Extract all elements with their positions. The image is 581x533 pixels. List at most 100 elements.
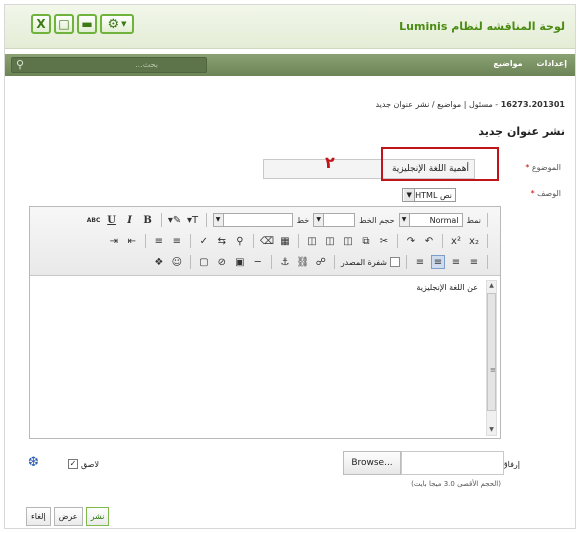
page-title: نشر عنوان جديد bbox=[478, 125, 565, 138]
toolbar-separator bbox=[487, 255, 488, 269]
align-center-icon[interactable]: ≡ bbox=[449, 255, 463, 269]
image-icon[interactable]: ▣ bbox=[233, 255, 247, 269]
smiley-icon[interactable]: ☺ bbox=[170, 255, 184, 269]
toolbar-row-3: ❖ ☺ ▢ ⊘ ▣ ─ ⚓ ⛓ ☍ شفرة المصدر ≡ ≡ ≡ ≡ bbox=[30, 252, 500, 272]
toolbar-separator bbox=[333, 255, 335, 269]
toolbar-separator bbox=[252, 234, 254, 248]
spell-check-icon[interactable]: ✓ bbox=[197, 234, 211, 248]
toolbar-separator bbox=[160, 213, 162, 227]
style-combo[interactable]: ▼ Normal bbox=[398, 213, 463, 227]
unlink-icon[interactable]: ⛓ bbox=[296, 255, 310, 269]
nav-link-topics[interactable]: مواضيع bbox=[493, 59, 522, 68]
flash-icon[interactable]: ⊘ bbox=[215, 255, 229, 269]
subject-label: الموضوع * bbox=[525, 163, 561, 172]
toolbar-separator bbox=[397, 234, 398, 248]
align-justify-icon[interactable]: ≡ bbox=[413, 255, 427, 269]
source-button[interactable]: شفرة المصدر bbox=[341, 257, 400, 267]
settings-button[interactable]: ⚙ ▼ bbox=[100, 14, 134, 34]
font-size-combo[interactable]: ▼ bbox=[313, 213, 356, 227]
special-char-icon[interactable]: ❖ bbox=[152, 255, 166, 269]
toolbar-separator bbox=[270, 255, 272, 269]
close-button[interactable]: X bbox=[31, 14, 51, 34]
file-path-input[interactable] bbox=[401, 451, 504, 475]
window-controls: X □ ▬ ⚙ ▼ bbox=[31, 14, 134, 34]
sticky-option: لاصق ✓ bbox=[68, 459, 99, 469]
preview-button[interactable]: عرض bbox=[53, 507, 83, 526]
cut-icon[interactable]: ✂ bbox=[377, 234, 391, 248]
maximize-button[interactable]: □ bbox=[54, 14, 74, 34]
horizontal-rule-icon[interactable]: ─ bbox=[251, 255, 265, 269]
chevron-down-icon: ▼ bbox=[314, 214, 325, 226]
description-label: الوصف * bbox=[531, 189, 561, 198]
numbered-list-icon[interactable]: ≡ bbox=[170, 234, 184, 248]
discussion-window: X □ ▬ ⚙ ▼ لوحة المناقشه لنظام Luminis ⚲ ب… bbox=[4, 4, 576, 529]
content-type-select[interactable]: نص HTML ▼ bbox=[402, 188, 456, 202]
redo-icon[interactable]: ↷ bbox=[404, 234, 418, 248]
breadcrumb: 16273.201301 - مسئول | مواضيع / نشر عنوا… bbox=[375, 100, 565, 109]
nav-links: إعدادات مواضيع bbox=[493, 59, 567, 68]
paste-text-icon[interactable]: ◫ bbox=[323, 234, 337, 248]
cancel-button[interactable]: إلغاء bbox=[26, 507, 51, 526]
action-buttons: إلغاء عرض نشر bbox=[26, 507, 110, 526]
breadcrumb-course[interactable]: 16273.201301 bbox=[501, 100, 565, 109]
nav-link-settings[interactable]: إعدادات bbox=[537, 59, 567, 68]
align-right-icon[interactable]: ≡ bbox=[431, 255, 445, 269]
search-icon[interactable]: ⚲ bbox=[16, 58, 24, 71]
publish-button[interactable]: نشر bbox=[85, 507, 110, 526]
anchor-icon[interactable]: ⚓ bbox=[278, 255, 292, 269]
editor-scrollbar[interactable]: ▲ ≡ ▼ bbox=[486, 280, 497, 436]
editor-content-area[interactable]: عن اللغة الإنجليزية ▲ ≡ ▼ bbox=[30, 277, 500, 438]
source-icon bbox=[390, 257, 400, 267]
link-icon[interactable]: ☍ bbox=[314, 255, 328, 269]
maximize-icon: □ bbox=[58, 17, 70, 31]
underline-icon[interactable]: U bbox=[105, 213, 119, 227]
outdent-icon[interactable]: ⇤ bbox=[125, 234, 139, 248]
annotation-number: ٢ bbox=[325, 153, 335, 172]
replace-icon[interactable]: ⇆ bbox=[215, 234, 229, 248]
paste-word-icon[interactable]: ◫ bbox=[305, 234, 319, 248]
superscript-icon[interactable]: x² bbox=[449, 234, 463, 248]
toolbar-separator bbox=[189, 234, 191, 248]
breadcrumb-path: - مسئول | مواضيع / نشر عنوان جديد bbox=[375, 100, 501, 109]
rich-text-editor: ABC U I B ▾✎ ▾T ▼ خط ▼ حجم الخط ▼ Normal … bbox=[29, 206, 501, 439]
table-icon[interactable]: ▢ bbox=[197, 255, 211, 269]
indent-icon[interactable]: ⇥ bbox=[107, 234, 121, 248]
sticky-label: لاصق bbox=[81, 459, 100, 469]
bold-icon[interactable]: B bbox=[141, 213, 155, 227]
pin-icon: ❆ bbox=[28, 455, 39, 470]
subscript-icon[interactable]: x₂ bbox=[467, 234, 481, 248]
highlight-color-icon[interactable]: ▾✎ bbox=[168, 213, 182, 227]
copy-icon[interactable]: ⧉ bbox=[359, 234, 373, 248]
paste-icon[interactable]: ◫ bbox=[341, 234, 355, 248]
style-label: نمط bbox=[466, 215, 481, 225]
grip-icon: ≡ bbox=[490, 366, 496, 374]
toolbar-separator bbox=[298, 234, 299, 248]
find-icon[interactable]: ⚲ bbox=[233, 234, 247, 248]
align-left-icon[interactable]: ≡ bbox=[467, 255, 481, 269]
font-family-combo[interactable]: ▼ bbox=[212, 213, 293, 227]
toolbar-row-1: ABC U I B ▾✎ ▾T ▼ خط ▼ حجم الخط ▼ Normal … bbox=[30, 210, 500, 230]
scroll-thumb[interactable]: ≡ bbox=[487, 293, 496, 411]
toolbar-row-2: ⇥ ⇤ ≡ ≡ ✓ ⇆ ⚲ ⌫ ▦ ◫ ◫ ◫ ⧉ ✂ ↷ ↶ x² x₂ bbox=[30, 231, 500, 251]
spellcheck-icon[interactable]: ABC bbox=[87, 213, 101, 227]
window-header: X □ ▬ ⚙ ▼ لوحة المناقشه لنظام Luminis bbox=[5, 5, 575, 49]
bullet-list-icon[interactable]: ≡ bbox=[152, 234, 166, 248]
source-label: شفرة المصدر bbox=[340, 257, 387, 267]
search-input[interactable]: ⚲ بحث... bbox=[11, 57, 207, 73]
remove-format-icon[interactable]: ⌫ bbox=[260, 234, 274, 248]
minimize-button[interactable]: ▬ bbox=[77, 14, 97, 34]
browse-button[interactable]: Browse... bbox=[343, 451, 401, 475]
toolbar-separator bbox=[487, 234, 488, 248]
text-color-icon[interactable]: ▾T bbox=[186, 213, 200, 227]
scroll-up-icon[interactable]: ▲ bbox=[487, 281, 496, 291]
select-all-icon[interactable]: ▦ bbox=[278, 234, 292, 248]
minimize-icon: ▬ bbox=[81, 17, 93, 31]
scroll-down-icon[interactable]: ▼ bbox=[487, 425, 496, 435]
undo-icon[interactable]: ↶ bbox=[422, 234, 436, 248]
file-size-hint: (الحجم الأقصى 3.0 ميجا بايت) bbox=[411, 480, 501, 488]
style-value: Normal bbox=[429, 215, 459, 225]
sticky-checkbox[interactable]: ✓ bbox=[68, 459, 78, 469]
chevron-down-icon[interactable]: ▼ bbox=[404, 189, 416, 201]
italic-icon[interactable]: I bbox=[123, 213, 137, 227]
nav-bar: ⚲ بحث... إعدادات مواضيع bbox=[5, 54, 575, 76]
